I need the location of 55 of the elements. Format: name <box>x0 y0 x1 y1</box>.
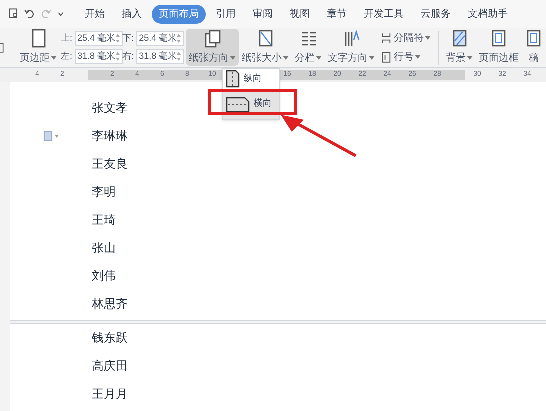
undo-icon <box>24 8 36 20</box>
name-text: 张山 <box>92 240 116 257</box>
menu-tab[interactable]: 插入 <box>115 4 149 24</box>
margin-field[interactable]: 25.4 毫米 <box>74 31 123 46</box>
print-preview-icon <box>8 8 20 20</box>
line-number-icon <box>381 50 392 64</box>
menu-item[interactable]: 纵向 <box>223 69 279 89</box>
menu-tab[interactable]: 视图 <box>283 4 317 24</box>
margin-label: 下: <box>122 32 134 45</box>
spinner-icon <box>116 52 120 61</box>
ribbon-button[interactable]: 纸张大小 <box>239 29 292 66</box>
ribbon-button[interactable]: 页面边框 <box>476 29 522 66</box>
name-text: 王友良 <box>92 156 128 173</box>
caret-icon <box>51 56 57 61</box>
name-text: 王月月 <box>92 386 128 403</box>
name-text: 刘伟 <box>92 268 116 285</box>
margin-field[interactable]: 31.8 毫米 <box>74 49 123 64</box>
margin-label: 上: <box>61 32 73 45</box>
menu-tab[interactable]: 审阅 <box>246 4 280 24</box>
name-text: 高庆田 <box>92 358 128 375</box>
text-direction-icon <box>342 29 361 49</box>
menu-tab[interactable]: 章节 <box>320 4 354 24</box>
ribbon-button[interactable]: 分隔符 <box>381 30 432 46</box>
landscape-page-icon <box>226 97 250 113</box>
name-text: 钱东跃 <box>92 330 128 347</box>
menu-tab[interactable]: 引用 <box>209 4 243 24</box>
paragraph-marker-icon <box>44 131 60 142</box>
ribbon-button[interactable]: 文字方向 <box>325 29 378 66</box>
orientation-button[interactable]: 纸张方向 <box>186 29 240 66</box>
margin-label: 左: <box>61 50 73 63</box>
ribbon-button[interactable]: 背景 <box>443 29 476 66</box>
caret-icon <box>230 56 236 61</box>
spinner-icon <box>177 34 182 43</box>
menu-tab[interactable]: 开始 <box>78 4 112 24</box>
menu-tab[interactable]: 页面布局 <box>152 4 206 24</box>
ribbon-button[interactable]: 分栏 <box>292 29 326 66</box>
margin-field[interactable]: 31.8 毫米 <box>136 49 184 64</box>
name-text: 张文孝 <box>92 100 128 117</box>
menu-tab[interactable]: 文档助手 <box>461 4 515 24</box>
ribbon-button[interactable]: 稿 <box>522 29 546 66</box>
name-text: 林思齐 <box>92 296 128 313</box>
menu-tab[interactable]: 云服务 <box>414 4 458 24</box>
name-text: 李琳琳 <box>92 128 128 145</box>
spinner-icon <box>177 52 182 61</box>
margin-field[interactable]: 25.4 毫米 <box>136 31 184 46</box>
spinner-icon <box>116 34 120 43</box>
margin-label: 右: <box>122 50 134 63</box>
background-icon <box>450 29 468 49</box>
ribbon-button[interactable]: 行号 <box>381 50 432 64</box>
break-icon <box>381 32 392 44</box>
redo-icon <box>40 8 52 20</box>
name-text: 李明 <box>92 184 116 201</box>
margins-button[interactable]: 页边距 <box>20 29 57 66</box>
name-text: 王琦 <box>92 212 116 229</box>
menu-tab[interactable]: 开发工具 <box>357 4 411 24</box>
